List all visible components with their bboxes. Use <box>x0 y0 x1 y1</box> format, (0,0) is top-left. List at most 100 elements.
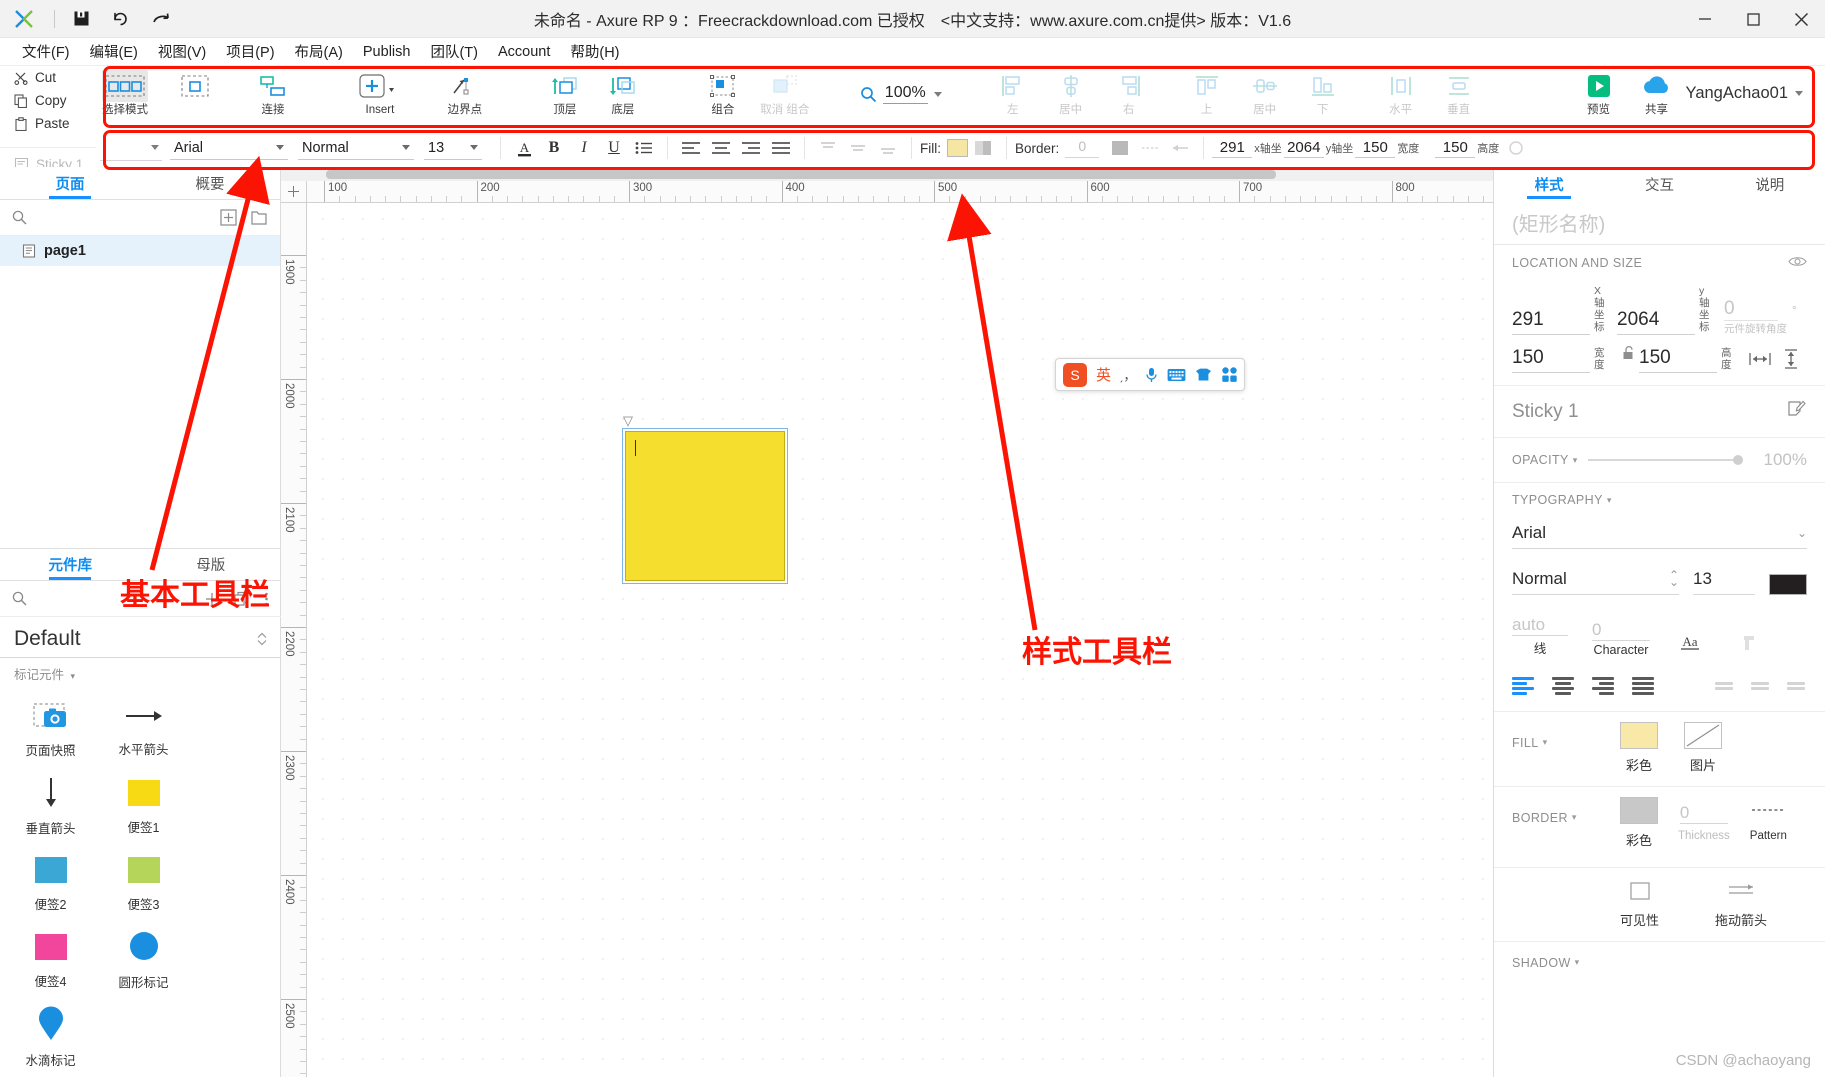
menu-help[interactable]: 帮助(H) <box>560 38 629 65</box>
tool-select-mode[interactable]: 选择模式 <box>96 70 154 126</box>
tool-align-center-h[interactable]: 居中 <box>1042 70 1100 126</box>
typography-color-swatch[interactable] <box>1769 574 1807 595</box>
tool-boundary-point[interactable]: 边界点 <box>436 70 494 126</box>
tab-style[interactable]: 样式 <box>1494 167 1604 201</box>
tab-widget-library[interactable]: 元件库 <box>0 549 141 580</box>
font-size-select[interactable]: 13 <box>424 136 482 160</box>
fill-color-swatch[interactable] <box>947 139 968 157</box>
visibility-icon[interactable] <box>1788 255 1807 271</box>
border-arrow-icon[interactable] <box>1165 133 1195 163</box>
fill-color-picker[interactable]: 彩色 <box>1620 721 1658 774</box>
skin-icon[interactable] <box>1194 367 1213 382</box>
para-align-right-icon[interactable] <box>1592 677 1614 695</box>
opacity-slider-knob[interactable] <box>1733 455 1743 465</box>
add-library-icon[interactable] <box>204 591 220 607</box>
tool-insert[interactable]: Insert <box>344 70 416 126</box>
height-input[interactable]: 150 高 度 <box>1639 347 1744 373</box>
valign-top-icon[interactable] <box>813 133 843 163</box>
tab-outline[interactable]: 概要 <box>140 167 280 199</box>
tool-bring-front[interactable]: 顶层 <box>536 70 594 126</box>
x-input[interactable]: 291 X 轴 坐 标 <box>1512 285 1617 335</box>
cut-button[interactable]: Cut <box>0 66 96 89</box>
menu-publish[interactable]: Publish <box>353 41 421 63</box>
border-width-input[interactable]: 0 <box>1065 138 1100 158</box>
page-item-page1[interactable]: page1 <box>0 236 280 266</box>
text-align-left-icon[interactable] <box>676 133 706 163</box>
tab-masters[interactable]: 母版 <box>141 549 282 580</box>
search-icon[interactable] <box>12 591 27 606</box>
keyboard-icon[interactable] <box>1167 368 1186 382</box>
menu-layout[interactable]: 布局(A) <box>285 38 353 65</box>
border-pattern-icon[interactable] <box>1135 133 1165 163</box>
menu-file[interactable]: 文件(F) <box>12 38 80 65</box>
underline-icon[interactable]: U <box>599 133 629 163</box>
tool-align-middle-v[interactable]: 居中 <box>1236 70 1294 126</box>
more-menu-icon[interactable] <box>264 591 269 607</box>
widget-sticky-3[interactable]: 便签3 <box>97 845 190 922</box>
typography-font-family[interactable]: Arial ⌄ <box>1512 519 1807 549</box>
menu-view[interactable]: 视图(V) <box>148 38 216 65</box>
fill-header[interactable]: FILL ▾ <box>1512 722 1620 750</box>
widget-page-snapshot[interactable]: 页面快照 <box>4 691 97 768</box>
widget-style-selector[interactable] <box>100 135 162 161</box>
ruler-corner[interactable] <box>281 181 307 203</box>
widget-sticky-2[interactable]: 便签2 <box>4 845 97 922</box>
tool-send-back[interactable]: 底层 <box>594 70 652 126</box>
text-align-justify-icon[interactable] <box>766 133 796 163</box>
typography-font-size[interactable]: 13 <box>1693 565 1755 595</box>
bullet-list-icon[interactable] <box>629 133 659 163</box>
add-page-icon[interactable] <box>220 209 237 226</box>
widget-vertical-arrow[interactable]: 垂直箭头 <box>4 768 97 845</box>
library-selector[interactable]: Default <box>0 617 281 658</box>
text-align-right-icon[interactable] <box>736 133 766 163</box>
widget-circle-marker[interactable]: 圆形标记 <box>97 922 190 999</box>
tab-interactions[interactable]: 交互 <box>1604 167 1714 201</box>
save-icon[interactable] <box>61 0 101 38</box>
valign-middle-icon[interactable] <box>843 133 873 163</box>
widget-horizontal-arrow[interactable]: 水平箭头 <box>97 691 190 768</box>
widget-sticky-4[interactable]: 便签4 <box>4 922 97 999</box>
border-thickness-input[interactable]: 0 Thickness <box>1678 797 1730 849</box>
fill-gradient-icon[interactable] <box>968 133 998 163</box>
paste-button[interactable]: Paste <box>0 112 96 135</box>
border-color-picker[interactable]: 彩色 <box>1620 796 1658 849</box>
redo-icon[interactable] <box>141 0 181 38</box>
border-visibility-picker[interactable]: 可见性 <box>1620 878 1659 929</box>
tool-share[interactable]: 共享 <box>1628 70 1686 126</box>
border-header[interactable]: BORDER ▾ <box>1512 797 1620 825</box>
border-color-swatch[interactable] <box>1105 133 1135 163</box>
tool-preview[interactable]: 预览 <box>1570 70 1628 126</box>
menu-account[interactable]: Account <box>488 41 560 63</box>
add-folder-icon[interactable] <box>251 209 268 226</box>
height-field[interactable]: 150 高度 <box>1435 139 1499 158</box>
italic-icon[interactable]: I <box>569 133 599 163</box>
tool-select-alt[interactable] <box>166 70 224 126</box>
sogou-logo-icon[interactable]: S <box>1062 362 1088 388</box>
copy-button[interactable]: Copy <box>0 89 96 112</box>
minimize-button[interactable] <box>1681 0 1729 38</box>
close-button[interactable] <box>1777 0 1825 38</box>
undo-icon[interactable] <box>101 0 141 38</box>
widget-name-input[interactable]: (矩形名称) <box>1494 201 1825 245</box>
bold-icon[interactable]: B <box>539 133 569 163</box>
edit-note-icon[interactable] <box>1787 399 1807 424</box>
horizontal-ruler[interactable]: 100200300400500600700800900 <box>307 181 1493 203</box>
font-color-icon[interactable]: A <box>509 133 539 163</box>
fit-height-icon[interactable] <box>1776 345 1808 373</box>
tab-notes[interactable]: 说明 <box>1715 167 1825 201</box>
fill-image-picker[interactable]: 图片 <box>1684 721 1722 774</box>
apps-icon[interactable] <box>1221 366 1238 383</box>
tool-ungroup[interactable]: 取消 组合 <box>752 70 818 126</box>
para-align-left-icon[interactable] <box>1512 677 1534 695</box>
account-menu[interactable]: YangAchao01 <box>1686 84 1803 103</box>
tool-align-top[interactable]: 上 <box>1178 70 1236 126</box>
fit-width-icon[interactable] <box>1744 345 1776 373</box>
zoom-control[interactable]: 100% <box>860 74 942 114</box>
para-align-center-icon[interactable] <box>1552 677 1574 695</box>
search-icon[interactable] <box>12 210 27 225</box>
width-input[interactable]: 150 宽 度 <box>1512 347 1617 373</box>
border-arrow-picker[interactable]: 拖动箭头 <box>1715 878 1767 929</box>
tool-distribute-h[interactable]: 水平 <box>1372 70 1430 126</box>
para-align-justify-icon[interactable] <box>1632 677 1654 695</box>
unlock-icon[interactable] <box>1621 345 1635 366</box>
